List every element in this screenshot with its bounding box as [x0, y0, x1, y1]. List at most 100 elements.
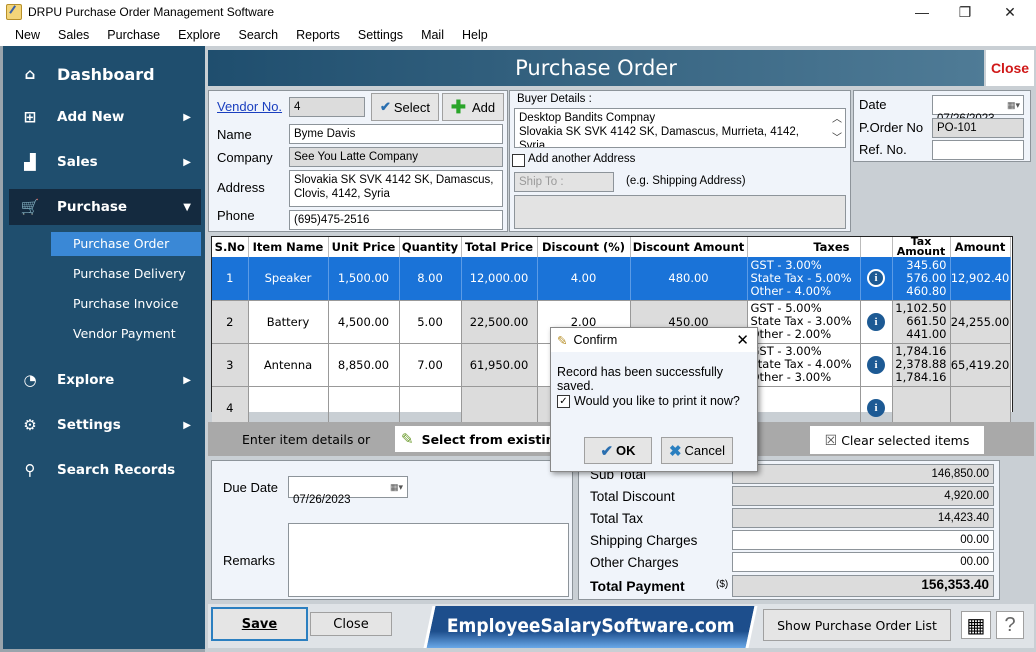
shipping-field[interactable]: 00.00 — [732, 530, 994, 550]
info-icon[interactable]: i — [867, 312, 885, 331]
sidebar-item-dashboard[interactable]: ⌂ Dashboard — [9, 56, 201, 92]
cell-info[interactable]: i — [860, 343, 893, 387]
print-checkbox[interactable]: ✓ — [557, 395, 570, 408]
info-icon[interactable]: i — [867, 398, 885, 417]
cell-item-name[interactable]: Battery — [248, 300, 329, 344]
col-total-price[interactable]: Total Price — [461, 237, 538, 257]
col-unit-price[interactable]: Unit Price — [328, 237, 400, 257]
sidebar-item-explore[interactable]: ◔ Explore ▶ — [9, 362, 201, 398]
window-close-button[interactable]: ✕ — [990, 0, 1030, 24]
ref-field[interactable] — [932, 140, 1024, 160]
cell-unit-price[interactable]: 4,500.00 — [328, 300, 400, 344]
select-existing-button[interactable]: ✎ Select from existing — [395, 426, 564, 452]
close-button[interactable]: Close — [310, 612, 392, 636]
menu-search[interactable]: Search — [230, 28, 288, 42]
show-order-list-button[interactable]: Show Purchase Order List — [763, 609, 951, 641]
cell-quantity[interactable]: 8.00 — [399, 257, 462, 301]
header-close-button[interactable]: Close — [986, 50, 1034, 86]
cell-sno[interactable]: 1 — [212, 257, 249, 301]
col-taxes[interactable]: Taxes — [747, 237, 861, 257]
cell-tax-amount[interactable]: 345.60 576.00 460.80 — [892, 257, 951, 301]
cancel-button[interactable]: ✖ Cancel — [661, 437, 733, 464]
menu-mail[interactable]: Mail — [412, 28, 453, 42]
cell-tax-amount[interactable]: 1,102.50 661.50 441.00 — [892, 300, 951, 344]
vendor-no-link[interactable]: Vendor No. — [217, 99, 282, 114]
sidebar-item-purchase[interactable]: 🛒 Purchase ▼ — [9, 189, 201, 225]
cell-info[interactable]: i — [860, 300, 893, 344]
company-field[interactable]: See You Latte Company — [289, 147, 503, 167]
scroll-up-icon[interactable]: ︿ — [832, 110, 842, 125]
cell-tax-amount[interactable]: 1,784.16 2,378.88 1,784.16 — [892, 343, 951, 387]
cell-total-price[interactable]: 61,950.00 — [461, 343, 538, 387]
clear-selected-button[interactable]: ☒ Clear selected items — [810, 426, 984, 454]
sidebar-sub-purchase-invoice[interactable]: Purchase Invoice — [51, 292, 201, 316]
cell-discount-amount[interactable]: 480.00 — [630, 257, 748, 301]
sidebar-item-sales[interactable]: ▟ Sales ▶ — [9, 144, 201, 180]
po-field[interactable]: PO-101 — [932, 118, 1024, 138]
table-row[interactable]: 1 Speaker 1,500.00 8.00 12,000.00 4.00 480.00 G… — [212, 257, 1011, 301]
cell-taxes[interactable]: GST - 5.00% State Tax - 3.00% Other - 2.00… — [747, 300, 861, 344]
cell-quantity[interactable]: 5.00 — [399, 300, 462, 344]
ok-button[interactable]: ✔ OK — [584, 437, 652, 464]
add-vendor-button[interactable]: ✚ Add — [442, 93, 504, 121]
cell-unit-price[interactable]: 8,850.00 — [328, 343, 400, 387]
calendar-icon[interactable]: ▦▾ — [1007, 98, 1020, 112]
col-discount-amount[interactable]: Discount Amount — [630, 237, 748, 257]
buyer-details-field[interactable]: Desktop Bandits Compnay Slovakia SK SVK … — [514, 108, 846, 148]
sidebar-sub-vendor-payment[interactable]: Vendor Payment — [51, 322, 201, 346]
address-field[interactable]: Slovakia SK SVK 4142 SK, Damascus, Clovi… — [289, 170, 503, 207]
sidebar-item-search-records[interactable]: ⚲ Search Records — [9, 452, 201, 488]
cell-amount[interactable]: 12,902.40 — [950, 257, 1011, 301]
date-picker[interactable]: 07/26/2023 ▦▾ — [932, 95, 1024, 125]
info-icon[interactable]: i — [867, 269, 885, 288]
vendor-no-field[interactable]: 4 — [289, 97, 365, 117]
phone-field[interactable]: (695)475-2516 — [289, 210, 503, 230]
restore-button[interactable]: ❐ — [945, 0, 985, 24]
help-icon[interactable]: ? — [996, 611, 1024, 639]
col-amount[interactable]: Amount — [950, 237, 1011, 257]
cell-item-name[interactable]: Speaker — [248, 257, 329, 301]
cell-discount-pct[interactable]: 4.00 — [537, 257, 631, 301]
cell-amount[interactable]: 65,419.20 — [950, 343, 1011, 387]
menu-reports[interactable]: Reports — [287, 28, 349, 42]
col-tax-amount[interactable]: Tax Amount — [892, 236, 951, 257]
cell-taxes[interactable]: GST - 3.00% State Tax - 5.00% Other - 4.00… — [747, 257, 861, 301]
sidebar-item-add-new[interactable]: ⊞ Add New ▶ — [9, 99, 201, 135]
dialog-close-icon[interactable]: ✕ — [736, 331, 749, 349]
col-quantity[interactable]: Quantity — [399, 237, 462, 257]
cell-quantity[interactable]: 7.00 — [399, 343, 462, 387]
cell-item-name[interactable]: Antenna — [248, 343, 329, 387]
scroll-down-icon[interactable]: ﹀ — [832, 129, 842, 144]
select-vendor-button[interactable]: ✔ Select — [371, 93, 439, 121]
other-charges-field[interactable]: 00.00 — [732, 552, 994, 572]
remarks-field[interactable] — [288, 523, 569, 597]
cell-unit-price[interactable]: 1,500.00 — [328, 257, 400, 301]
cell-total-price[interactable]: 12,000.00 — [461, 257, 538, 301]
sidebar-sub-purchase-delivery[interactable]: Purchase Delivery — [51, 262, 201, 286]
cell-taxes[interactable]: GST - 3.00% State Tax - 4.00% Other - 3.00… — [747, 343, 861, 387]
info-icon[interactable]: i — [867, 355, 885, 374]
cell-sno[interactable]: 3 — [212, 343, 249, 387]
cell-info[interactable]: i — [860, 257, 893, 301]
menu-sales[interactable]: Sales — [49, 28, 98, 42]
ship-to-field[interactable]: Ship To : — [514, 172, 614, 192]
due-date-picker[interactable]: 07/26/2023 ▦▾ — [288, 476, 408, 506]
calendar-icon[interactable]: ▦▾ — [390, 480, 403, 494]
col-discount-pct[interactable]: Discount (%) — [537, 237, 631, 257]
menu-purchase[interactable]: Purchase — [98, 28, 169, 42]
cell-sno[interactable]: 2 — [212, 300, 249, 344]
sidebar-item-settings[interactable]: ⚙ Settings ▶ — [9, 407, 201, 443]
cell-total-price[interactable]: 22,500.00 — [461, 300, 538, 344]
calculator-icon[interactable]: ▦ — [961, 611, 991, 639]
add-address-checkbox[interactable] — [512, 154, 525, 167]
menu-explore[interactable]: Explore — [169, 28, 229, 42]
menu-help[interactable]: Help — [453, 28, 497, 42]
ship-address-field[interactable] — [514, 195, 846, 229]
menu-settings[interactable]: Settings — [349, 28, 412, 42]
sidebar-sub-purchase-order[interactable]: Purchase Order — [51, 232, 201, 256]
save-button[interactable]: Save — [211, 607, 308, 641]
menu-new[interactable]: New — [6, 28, 49, 42]
col-sno[interactable]: S.No — [212, 237, 249, 257]
cell-amount[interactable]: 24,255.00 — [950, 300, 1011, 344]
minimize-button[interactable]: — — [902, 0, 942, 24]
